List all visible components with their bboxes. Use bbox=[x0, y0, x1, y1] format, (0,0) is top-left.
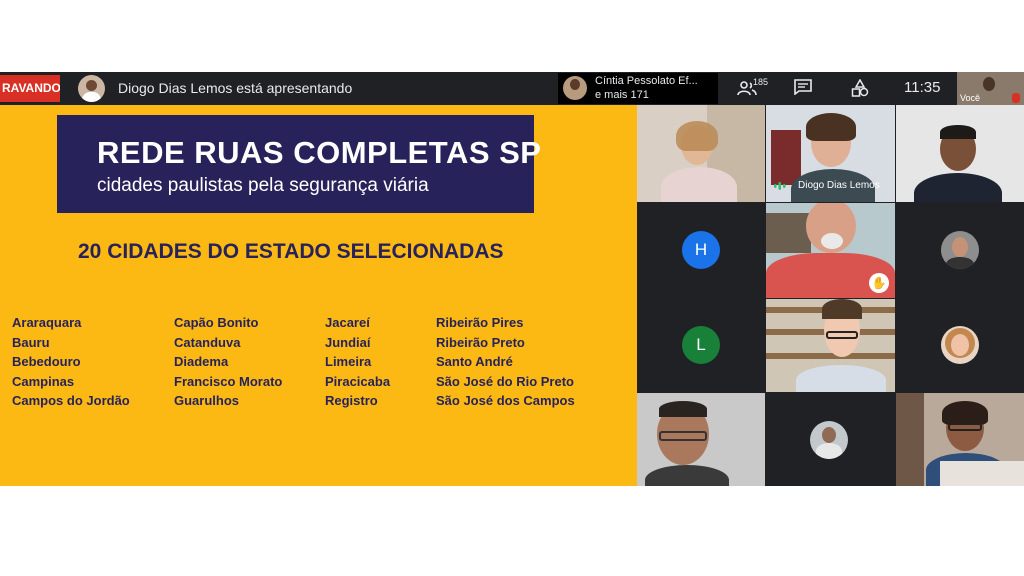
participant-count: 185 bbox=[753, 77, 769, 87]
participant-avatar-photo bbox=[941, 326, 979, 364]
city-item: Francisco Morato bbox=[174, 373, 283, 389]
self-view-label: Você bbox=[960, 93, 981, 103]
city-item: Ribeirão Pires bbox=[436, 315, 524, 330]
raised-hand-name: Cíntia Pessolato Ef... bbox=[595, 75, 698, 87]
city-item: Campos do Jordão bbox=[12, 393, 130, 409]
participant-avatar-l: L bbox=[682, 326, 720, 364]
raised-hand-avatar bbox=[563, 76, 587, 100]
slide-heading: 20 CIDADES DO ESTADO SELECIONADAS bbox=[78, 240, 504, 263]
city-column-3: Jacareí Jundiaí Limeira Piracicaba Regis… bbox=[325, 313, 390, 411]
activities-icon[interactable] bbox=[851, 79, 869, 97]
city-item: Limeira bbox=[325, 354, 372, 370]
presenter-avatar bbox=[78, 75, 105, 102]
city-item: Jacareí bbox=[325, 315, 370, 330]
speaker-name-tag: Diogo Dias Lemos bbox=[798, 180, 880, 191]
city-item: Ribeirão Preto bbox=[436, 334, 525, 350]
city-item: São José dos Campos bbox=[436, 393, 575, 409]
slide-subtitle: cidades paulistas pela segurança viária bbox=[97, 175, 429, 196]
chat-icon[interactable] bbox=[794, 79, 812, 95]
presenting-status-text: Diogo Dias Lemos está apresentando bbox=[118, 80, 353, 96]
participant-avatar-h: H bbox=[682, 231, 720, 269]
meeting-clock: 11:35 bbox=[904, 79, 941, 96]
participant-avatar-photo bbox=[941, 231, 979, 269]
raised-hand-more: e mais 171 bbox=[595, 89, 649, 101]
city-item: Jundiaí bbox=[325, 334, 371, 350]
city-item: Diadema bbox=[174, 354, 229, 370]
participant-avatar-photo bbox=[810, 421, 848, 459]
city-item: Araraquara bbox=[12, 315, 82, 330]
participant-tile[interactable] bbox=[766, 299, 895, 392]
city-item: Bauru bbox=[12, 334, 50, 350]
city-item: São José do Rio Preto bbox=[436, 373, 574, 389]
city-item: Santo André bbox=[436, 354, 513, 370]
raised-hand-icon: ✋ bbox=[869, 273, 889, 293]
city-item: Registro bbox=[325, 393, 378, 409]
recording-badge: RAVANDO bbox=[0, 75, 60, 102]
city-item: Guarulhos bbox=[174, 393, 240, 409]
city-item: Capão Bonito bbox=[174, 315, 259, 330]
slide-title: REDE RUAS COMPLETAS SP bbox=[97, 135, 542, 170]
city-column-1: Araraquara Bauru Bebedouro Campinas Camp… bbox=[12, 313, 130, 411]
participant-tile[interactable] bbox=[637, 105, 765, 202]
city-item: Bebedouro bbox=[12, 354, 81, 370]
speaking-icon bbox=[774, 182, 786, 190]
city-column-4: Ribeirão Pires Ribeirão Preto Santo Andr… bbox=[436, 313, 575, 411]
city-item: Piracicaba bbox=[325, 373, 391, 389]
participant-tile[interactable] bbox=[896, 393, 1024, 486]
city-item: Campinas bbox=[12, 373, 75, 389]
participant-tile[interactable] bbox=[896, 105, 1024, 202]
city-column-2: Capão Bonito Catanduva Diadema Francisco… bbox=[174, 313, 282, 411]
city-item: Catanduva bbox=[174, 334, 241, 350]
participant-tile[interactable] bbox=[637, 393, 765, 486]
mic-off-icon bbox=[1012, 93, 1020, 103]
